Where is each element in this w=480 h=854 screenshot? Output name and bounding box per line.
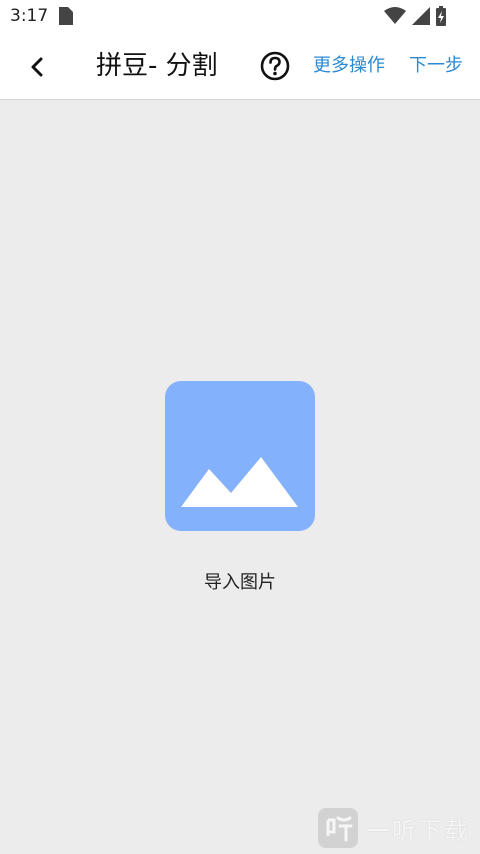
help-circle-icon[interactable]	[259, 50, 291, 82]
page-title: 拼豆- 分割	[96, 51, 218, 81]
image-icon	[181, 457, 298, 507]
signal-icon	[412, 7, 430, 25]
status-icons	[384, 6, 446, 26]
sd-card-icon	[59, 7, 73, 25]
import-image-button[interactable]	[165, 381, 315, 531]
chevron-left-icon	[31, 57, 43, 77]
watermark-logo-icon	[318, 808, 358, 848]
back-button[interactable]	[20, 50, 54, 84]
top-app-bar: 拼豆- 分割 更多操作 下一步	[0, 32, 480, 100]
battery-icon	[436, 6, 446, 26]
status-time: 3:17	[10, 6, 49, 26]
more-actions-button[interactable]: 更多操作	[313, 53, 385, 79]
next-step-button[interactable]: 下一步	[409, 53, 463, 79]
watermark-text: 一听下载	[366, 816, 470, 845]
import-image-label[interactable]: 导入图片	[140, 570, 340, 596]
status-bar: 3:17	[0, 0, 480, 32]
watermark: 一听下载	[318, 808, 470, 848]
wifi-icon	[384, 7, 406, 24]
